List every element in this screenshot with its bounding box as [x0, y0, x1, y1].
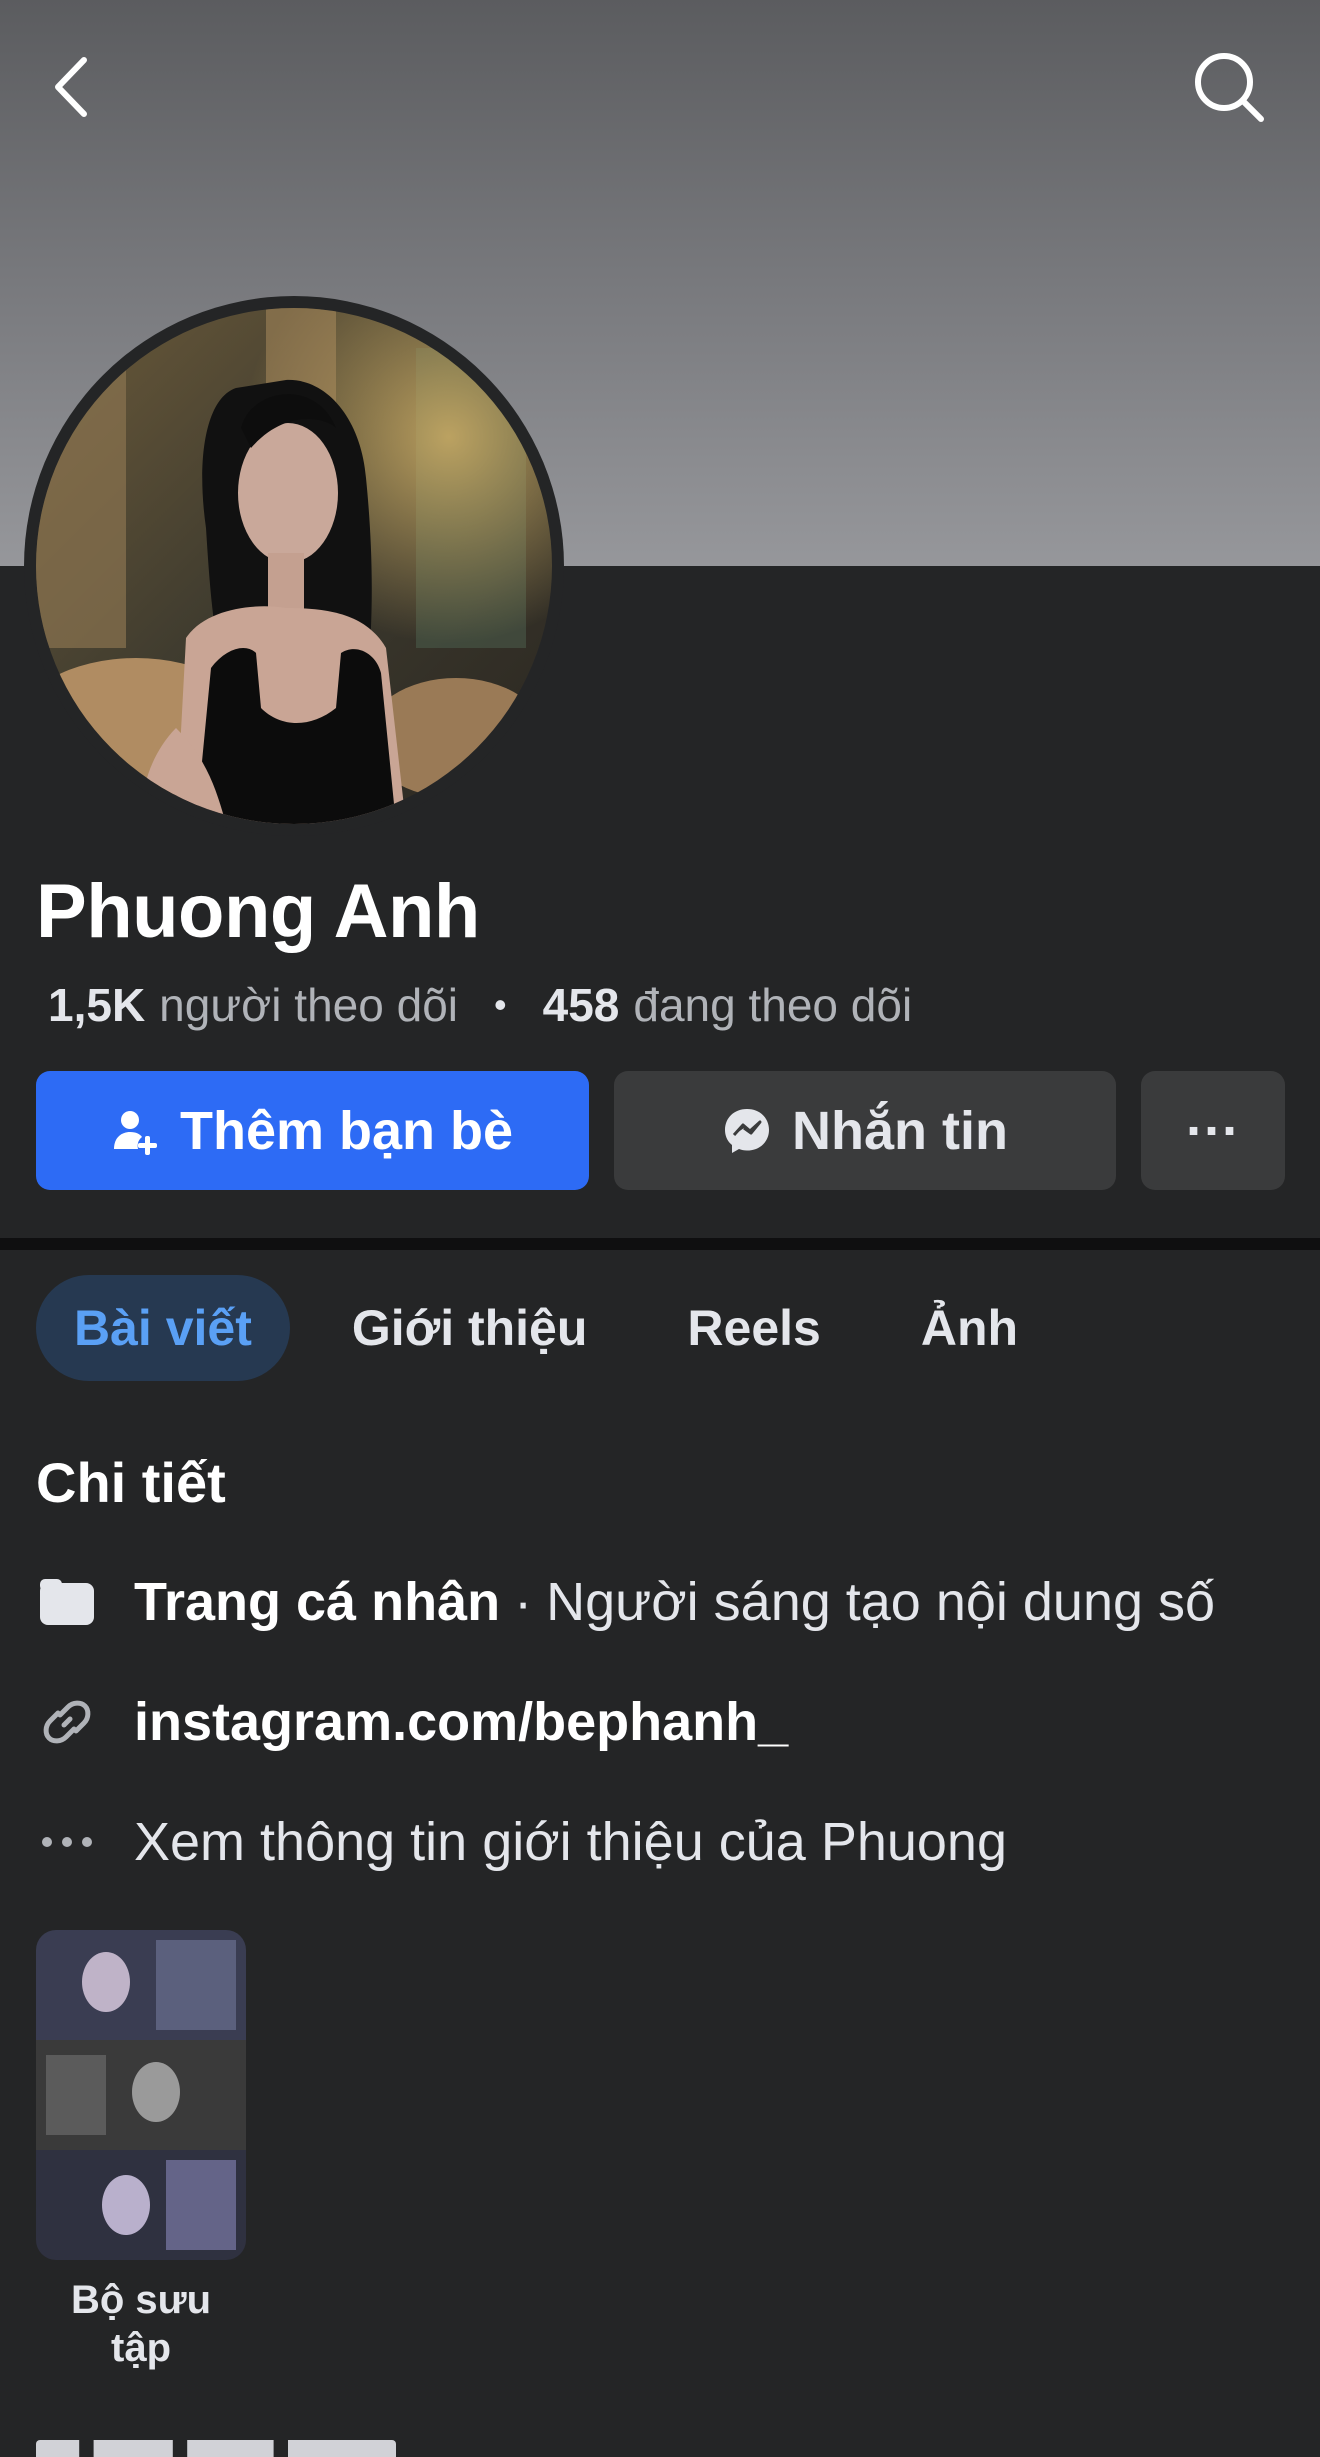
message-label: Nhắn tin — [792, 1100, 1008, 1161]
profile-name: Phuong Anh — [36, 869, 480, 954]
add-friend-label: Thêm bạn bè — [179, 1100, 514, 1161]
details-title: Chi tiết — [36, 1451, 226, 1514]
profile-link[interactable]: instagram.com/bephanh_ — [134, 1691, 788, 1753]
search-icon — [1195, 53, 1264, 122]
page-type-separator: · — [514, 1572, 533, 1632]
detail-about[interactable]: Xem thông tin giới thiệu của Phuong — [36, 1802, 1007, 1882]
about-link-text[interactable]: Xem thông tin giới thiệu của Phuong — [134, 1811, 1007, 1873]
page-type-label: Trang cá nhân — [134, 1572, 501, 1632]
profile-screen: Phuong Anh 1,5K người theo dõi • 458 đan… — [0, 0, 1320, 2457]
detail-page-type: Trang cá nhân · Người sáng tạo nội dung … — [36, 1562, 1215, 1642]
following-count[interactable]: 458 — [543, 978, 620, 1032]
search-button[interactable] — [1184, 42, 1274, 132]
page-icon — [36, 1571, 98, 1633]
tab-about[interactable]: Giới thiệu — [314, 1275, 626, 1381]
separator-dot: • — [494, 984, 507, 1025]
more-icon: ··· — [1186, 1100, 1240, 1161]
section-divider — [0, 1238, 1320, 1250]
tab-photos[interactable]: Ảnh — [883, 1275, 1056, 1381]
cutoff-heading — [36, 2432, 456, 2457]
add-friend-icon — [112, 1107, 160, 1155]
message-button[interactable]: Nhắn tin — [614, 1071, 1116, 1190]
back-arrow-icon — [55, 57, 87, 117]
page-type-category: Người sáng tạo nội dung số — [546, 1572, 1216, 1632]
tab-posts[interactable]: Bài viết — [36, 1275, 290, 1381]
followers-label[interactable]: người theo dõi — [159, 978, 458, 1032]
profile-avatar[interactable] — [36, 308, 552, 824]
followers-count[interactable]: 1,5K — [48, 978, 145, 1032]
collection-thumbnail[interactable] — [36, 1930, 246, 2260]
messenger-icon — [722, 1106, 772, 1156]
following-label[interactable]: đang theo dõi — [633, 978, 912, 1032]
profile-tabs: Bài viết Giới thiệu Reels Ảnh — [36, 1275, 1056, 1381]
follow-stats: 1,5K người theo dõi • 458 đang theo dõi — [48, 978, 912, 1032]
back-button[interactable] — [26, 42, 116, 132]
detail-link[interactable]: instagram.com/bephanh_ — [36, 1682, 788, 1762]
add-friend-button[interactable]: Thêm bạn bè — [36, 1071, 589, 1190]
collection-label[interactable]: Bộ sưu tập — [36, 2276, 246, 2372]
link-icon — [36, 1691, 98, 1753]
ellipsis-icon — [36, 1811, 98, 1873]
tab-reels[interactable]: Reels — [649, 1275, 858, 1381]
more-options-button[interactable]: ··· — [1141, 1071, 1285, 1190]
